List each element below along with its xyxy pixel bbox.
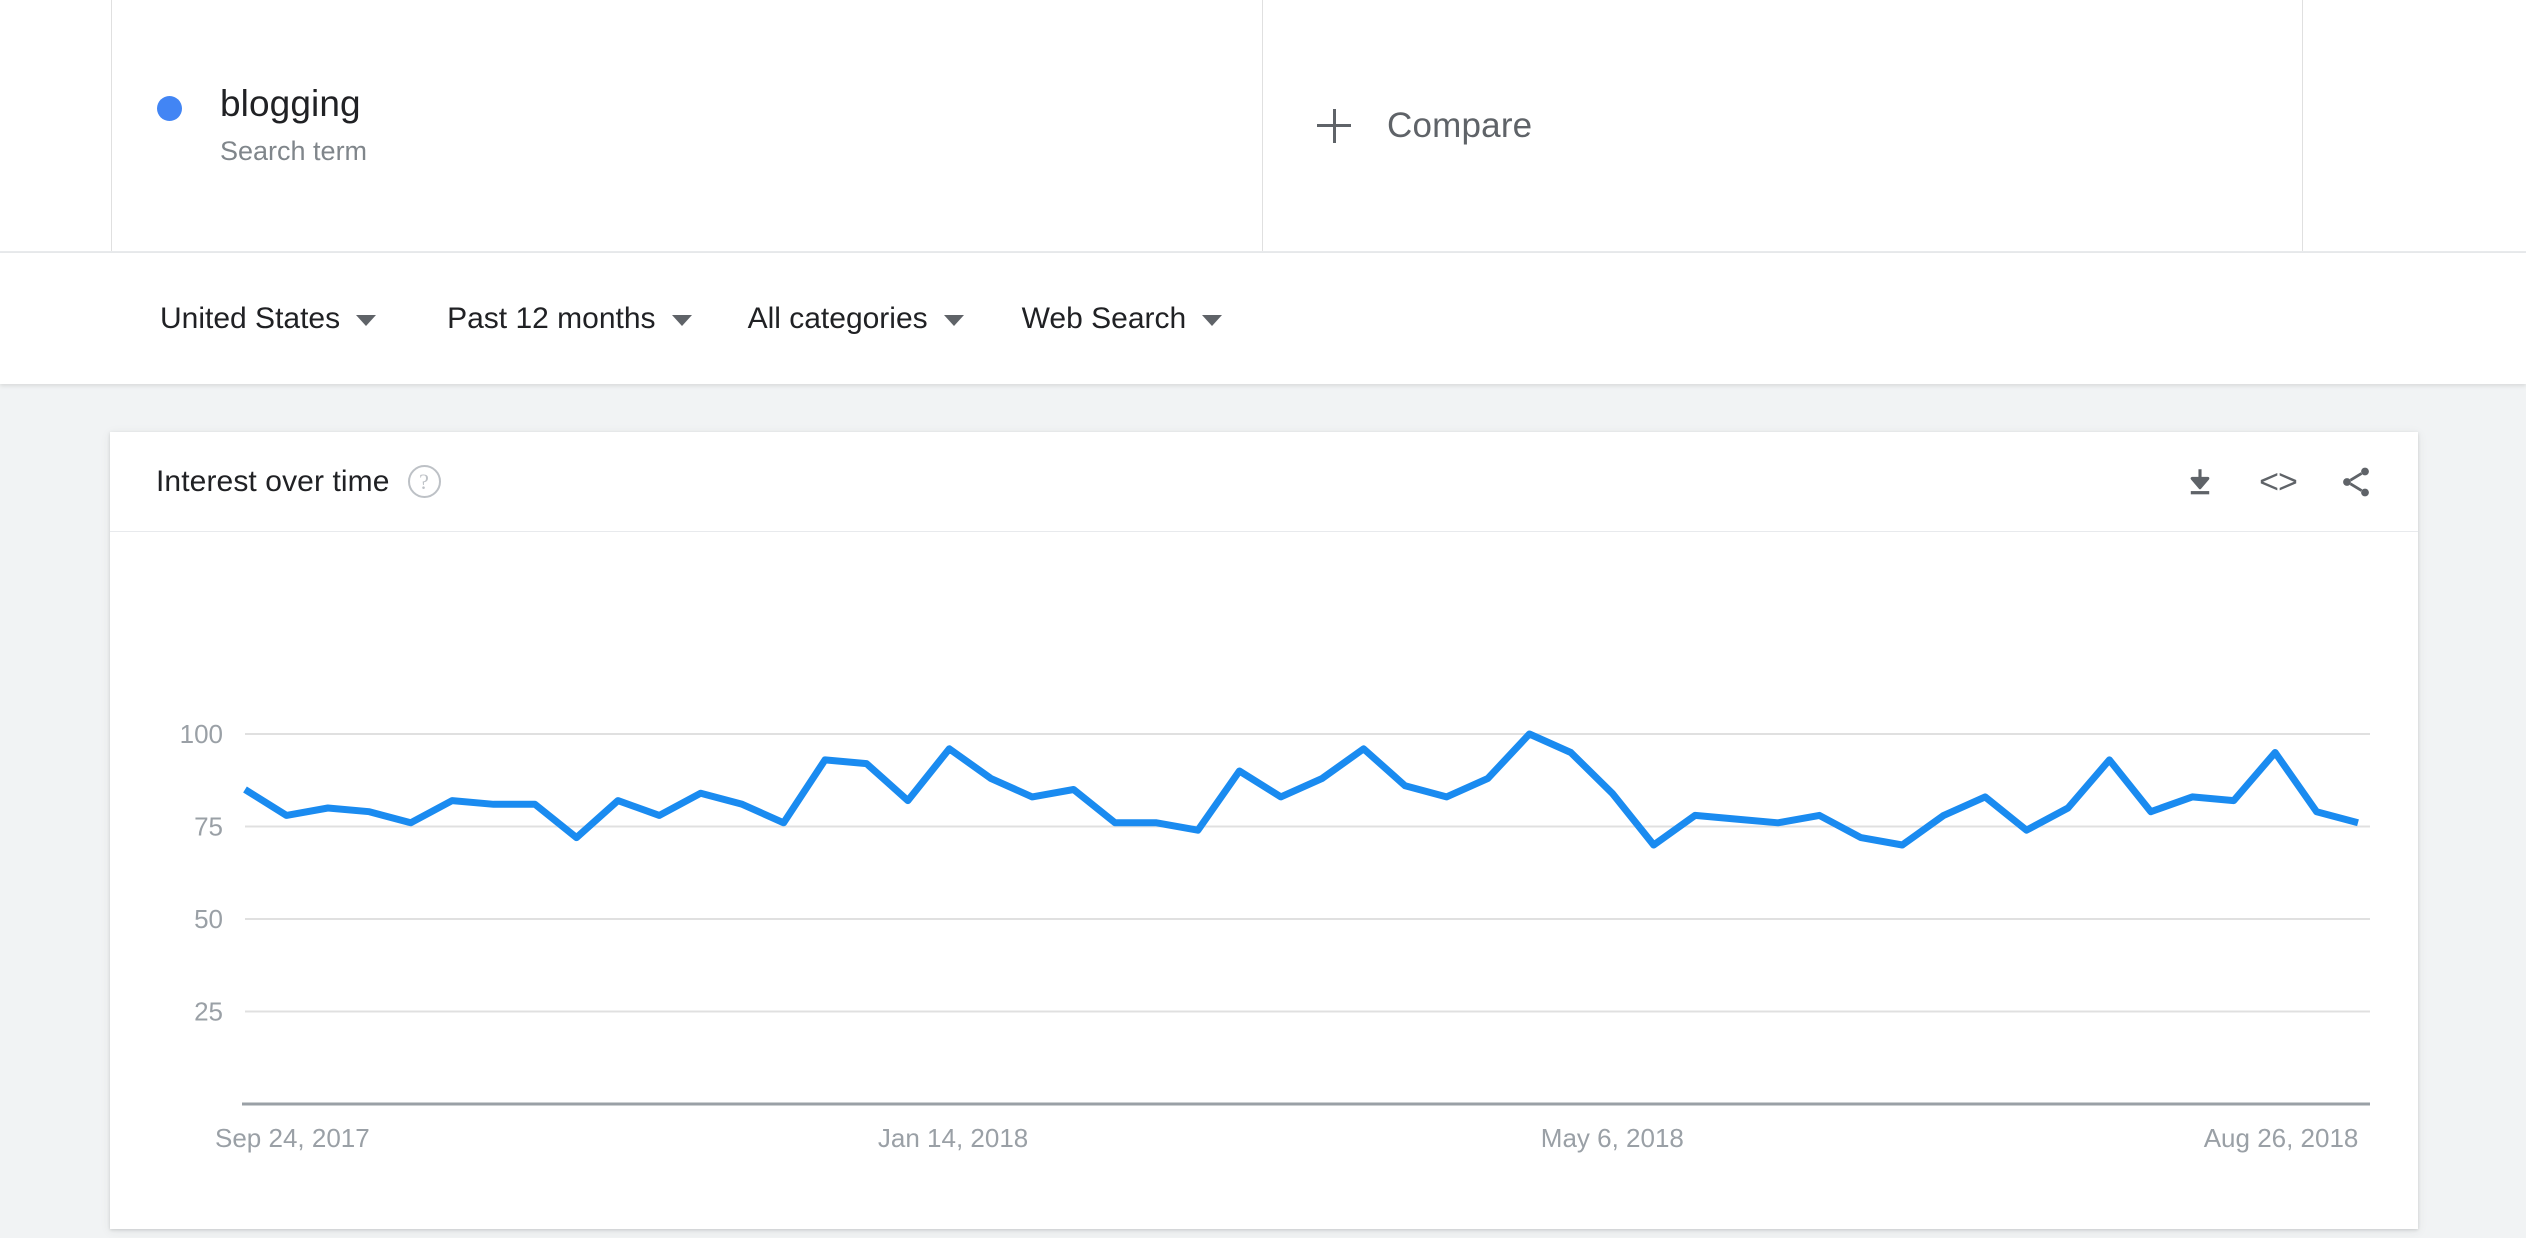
chevron-down-icon <box>356 315 377 326</box>
filter-bar: United States Past 12 months All categor… <box>0 253 2526 384</box>
filter-search-type[interactable]: Web Search <box>1022 302 1223 336</box>
chevron-down-icon <box>671 315 692 326</box>
svg-text:100: 100 <box>180 719 223 749</box>
embed-button[interactable]: <> <box>2258 462 2298 502</box>
search-term-content: blogging Search term <box>157 82 368 168</box>
svg-text:Aug 26, 2018: Aug 26, 2018 <box>2204 1123 2359 1153</box>
svg-text:50: 50 <box>194 904 223 934</box>
svg-text:May 6, 2018: May 6, 2018 <box>1541 1123 1684 1153</box>
filter-category-label: All categories <box>747 301 928 335</box>
search-terms-row: blogging Search term Compare <box>0 0 2526 253</box>
chart-svg: 100 75 50 25 Sep 24, 2017 Jan 14, 2018 May 6, … <box>180 719 2370 1153</box>
terms-right-spacer <box>2303 0 2526 251</box>
svg-text:Sep 24, 2017: Sep 24, 2017 <box>215 1123 370 1153</box>
search-term-label: blogging <box>220 82 361 124</box>
search-term-type: Search term <box>220 136 368 167</box>
interest-over-time-card: Interest over time ? <> 100 75 50 25 Sep… <box>110 432 2418 1229</box>
svg-text:75: 75 <box>194 812 223 842</box>
chevron-down-icon <box>943 315 964 326</box>
filter-search-type-label: Web Search <box>1021 301 1187 335</box>
card-title-group: Interest over time ? <box>156 465 441 499</box>
compare-content: Compare <box>1317 106 1532 146</box>
help-circle-icon[interactable]: ? <box>407 465 441 498</box>
interest-over-time-chart[interactable]: 100 75 50 25 Sep 24, 2017 Jan 14, 2018 May 6, … <box>110 532 2418 1229</box>
share-button[interactable] <box>2336 462 2376 502</box>
filter-time-range[interactable]: Past 12 months <box>447 301 692 336</box>
card-actions: <> <box>2180 462 2376 502</box>
search-term-text-block: blogging Search term <box>220 82 368 168</box>
search-term-card-blogging[interactable]: blogging Search term <box>112 0 1263 251</box>
filter-location[interactable]: United States <box>160 301 377 336</box>
card-header: Interest over time ? <> <box>110 432 2418 532</box>
download-csv-button[interactable] <box>2180 462 2220 502</box>
content-area: Interest over time ? <> 100 75 50 25 Sep… <box>0 384 2526 1238</box>
compare-label: Compare <box>1387 105 1533 145</box>
series-color-dot <box>157 95 182 121</box>
add-comparison-button[interactable]: Compare <box>1263 0 2303 251</box>
plus-icon <box>1317 108 1351 143</box>
filter-category[interactable]: All categories <box>748 302 964 336</box>
svg-text:Jan 14, 2018: Jan 14, 2018 <box>878 1123 1028 1153</box>
filter-time-range-label: Past 12 months <box>447 301 656 335</box>
chevron-down-icon <box>1202 315 1223 326</box>
filter-location-label: United States <box>160 301 341 335</box>
svg-text:25: 25 <box>194 997 223 1027</box>
terms-left-spacer <box>0 0 112 251</box>
card-title: Interest over time <box>156 464 390 498</box>
code-embed-icon: <> <box>2259 462 2298 501</box>
